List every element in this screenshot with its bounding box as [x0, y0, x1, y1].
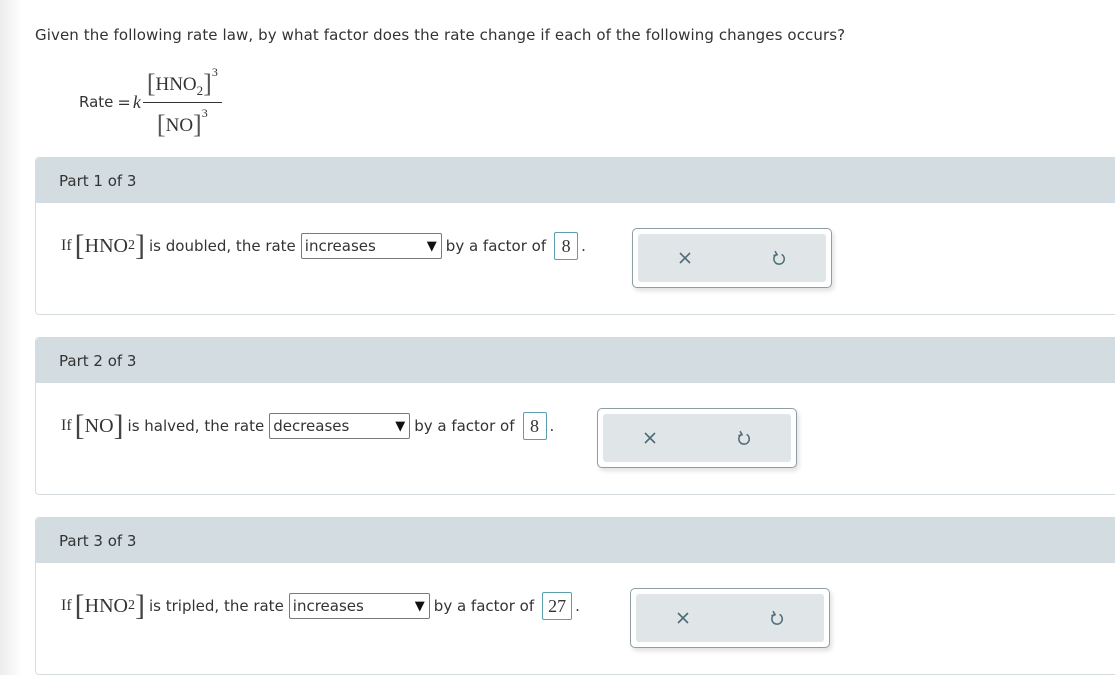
- change-text: is doubled, the rate: [149, 237, 296, 255]
- factor-input[interactable]: 27: [542, 592, 573, 620]
- numerator-species: HNO: [155, 74, 197, 95]
- answer-action-panel: [630, 588, 830, 648]
- period: .: [581, 237, 586, 255]
- dropdown-arrow-icon: ▼: [395, 418, 406, 434]
- part-header: Part 1 of 3: [36, 158, 1115, 203]
- undo-icon: [738, 430, 751, 445]
- species: HNO: [84, 234, 128, 257]
- clear-button[interactable]: [665, 238, 705, 278]
- concentration-expression: [NO]: [74, 409, 124, 442]
- if-word: If: [61, 597, 72, 614]
- part-header: Part 2 of 3: [36, 338, 1115, 383]
- reset-button[interactable]: [759, 238, 799, 278]
- clear-button[interactable]: [630, 418, 670, 458]
- part-sentence: If [HNO 2] is tripled, the rate increases…: [61, 591, 580, 621]
- close-icon: [677, 612, 689, 624]
- part-header: Part 3 of 3: [36, 518, 1115, 563]
- species: NO: [84, 414, 114, 437]
- factor-input[interactable]: 8: [554, 232, 579, 260]
- species-subscript: 2: [128, 598, 135, 613]
- part-sentence: If [HNO 2] is doubled, the rate increases…: [61, 231, 586, 261]
- part-body: If [HNO 2] is doubled, the rate increases…: [36, 203, 1115, 315]
- fraction-numerator: [HNO2]3: [146, 65, 218, 98]
- direction-dropdown[interactable]: increases ▼: [300, 233, 442, 259]
- close-icon: [644, 432, 656, 444]
- close-icon: [679, 252, 691, 264]
- page-edge-shadow: [0, 0, 22, 675]
- if-word: If: [61, 417, 72, 434]
- rate-label: Rate: [79, 93, 114, 111]
- dropdown-arrow-icon: ▼: [414, 598, 425, 614]
- concentration-expression: [HNO 2]: [74, 589, 145, 622]
- species: HNO: [84, 594, 128, 617]
- rate-constant: k: [132, 91, 141, 112]
- part-body: If [NO] is halved, the rate decreases ▼ …: [36, 383, 1115, 495]
- if-word: If: [61, 237, 72, 254]
- factor-text: by a factor of: [433, 597, 535, 615]
- reset-button[interactable]: [724, 418, 764, 458]
- change-text: is tripled, the rate: [149, 597, 284, 615]
- fraction-denominator: [NO]3: [156, 106, 208, 139]
- undo-icon: [773, 250, 786, 265]
- factor-text: by a factor of: [414, 417, 515, 435]
- numerator-exponent: 3: [211, 65, 218, 79]
- answer-action-panel: [632, 228, 832, 288]
- part-2-panel: Part 2 of 3 If [NO] is halved, the rate …: [35, 337, 1115, 495]
- question-text: Given the following rate law, by what fa…: [35, 26, 846, 44]
- direction-dropdown[interactable]: increases ▼: [288, 593, 430, 619]
- clear-button[interactable]: [663, 598, 703, 638]
- change-text: is halved, the rate: [127, 417, 265, 435]
- direction-value: decreases: [273, 417, 350, 435]
- undo-icon: [771, 610, 784, 625]
- answer-action-panel: [597, 408, 797, 468]
- rate-fraction: [HNO2]3 [NO]3: [142, 65, 222, 139]
- part-3-panel: Part 3 of 3 If [HNO 2] is tripled, the ra…: [35, 517, 1115, 675]
- concentration-expression: [HNO 2]: [74, 229, 145, 262]
- denominator-exponent: 3: [201, 106, 208, 120]
- reset-button[interactable]: [757, 598, 797, 638]
- part-1-panel: Part 1 of 3 If [HNO 2] is doubled, the ra…: [35, 157, 1115, 315]
- period: .: [549, 417, 555, 435]
- dropdown-arrow-icon: ▼: [426, 238, 437, 254]
- equals-sign: =: [117, 92, 131, 112]
- direction-value: increases: [304, 237, 376, 255]
- denominator-species: NO: [165, 115, 194, 136]
- part-body: If [HNO 2] is tripled, the rate increases…: [36, 563, 1115, 675]
- direction-dropdown[interactable]: decreases ▼: [269, 413, 411, 439]
- factor-input[interactable]: 8: [522, 412, 547, 440]
- factor-text: by a factor of: [445, 237, 547, 255]
- rate-law-equation: Rate = k [HNO2]3 [NO]3: [79, 62, 222, 142]
- direction-value: increases: [292, 597, 364, 615]
- part-sentence: If [NO] is halved, the rate decreases ▼ …: [61, 411, 554, 441]
- species-subscript: 2: [128, 238, 135, 253]
- period: .: [575, 597, 580, 615]
